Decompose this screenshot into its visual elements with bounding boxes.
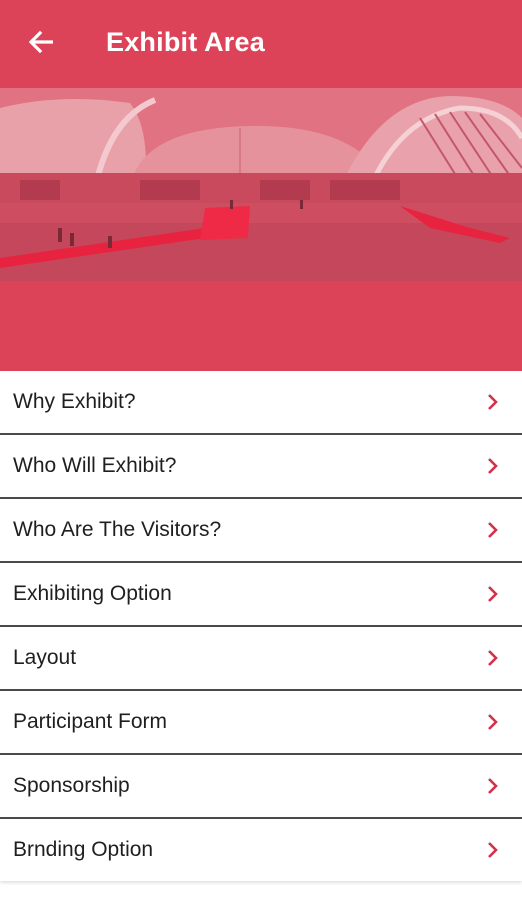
menu-item-exhibiting-option[interactable]: Exhibiting Option bbox=[0, 563, 522, 627]
menu-item-label: Brnding Option bbox=[13, 838, 154, 861]
menu-item-participant-form[interactable]: Participant Form bbox=[0, 691, 522, 755]
menu-item-branding-option[interactable]: Brnding Option bbox=[0, 819, 522, 881]
app-screen: Exhibit Area Why Exhibit? Who Will Exhib… bbox=[0, 0, 522, 900]
menu-item-who-are-the-visitors[interactable]: Who Are The Visitors? bbox=[0, 499, 522, 563]
menu-item-label: Participant Form bbox=[13, 710, 168, 733]
menu-item-why-exhibit[interactable]: Why Exhibit? bbox=[0, 371, 522, 435]
chevron-right-icon bbox=[488, 458, 498, 474]
menu-item-who-will-exhibit[interactable]: Who Will Exhibit? bbox=[0, 435, 522, 499]
banner-image bbox=[0, 88, 522, 371]
menu-item-label: Sponsorship bbox=[13, 774, 130, 797]
arrow-left-icon bbox=[29, 31, 53, 53]
menu-item-label: Why Exhibit? bbox=[13, 390, 136, 413]
exhibit-menu-list: Why Exhibit? Who Will Exhibit? Who Are T… bbox=[0, 371, 522, 881]
chevron-right-icon bbox=[488, 522, 498, 538]
back-button[interactable] bbox=[22, 24, 62, 60]
menu-item-label: Layout bbox=[13, 646, 77, 669]
chevron-right-icon bbox=[488, 842, 498, 858]
exhibition-hall-photo bbox=[0, 88, 522, 371]
menu-item-layout[interactable]: Layout bbox=[0, 627, 522, 691]
menu-item-label: Who Will Exhibit? bbox=[13, 454, 177, 477]
chevron-right-icon bbox=[488, 394, 498, 410]
app-bar: Exhibit Area bbox=[0, 0, 522, 88]
chevron-right-icon bbox=[488, 650, 498, 666]
chevron-right-icon bbox=[488, 586, 498, 602]
page-title: Exhibit Area bbox=[106, 27, 265, 57]
menu-item-sponsorship[interactable]: Sponsorship bbox=[0, 755, 522, 819]
menu-item-label: Who Are The Visitors? bbox=[13, 518, 222, 541]
chevron-right-icon bbox=[488, 778, 498, 794]
chevron-right-icon bbox=[488, 714, 498, 730]
menu-item-label: Exhibiting Option bbox=[13, 582, 172, 605]
